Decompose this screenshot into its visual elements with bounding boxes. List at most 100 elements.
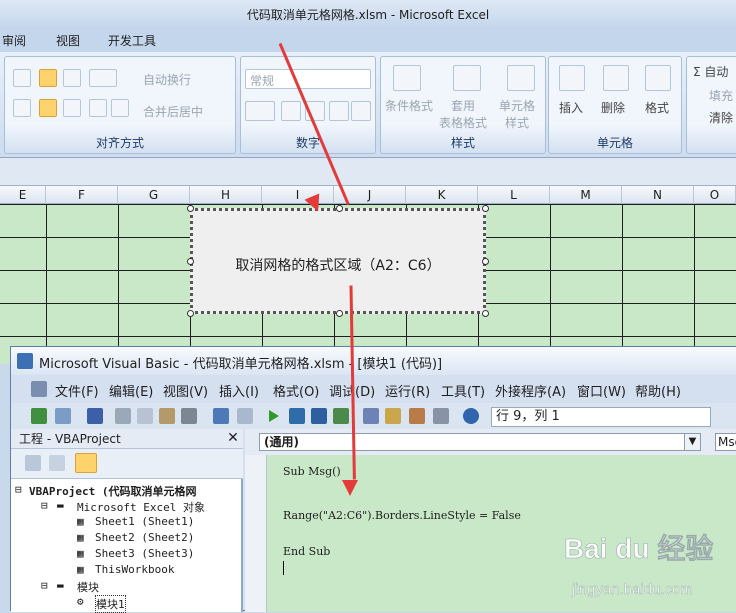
properties-icon[interactable] (385, 408, 401, 424)
tree-collapse-icon[interactable]: ⊟ (15, 483, 22, 496)
delete-button[interactable]: 删除 (601, 99, 625, 116)
merge-center-button[interactable]: 合并后居中 (143, 103, 203, 120)
menu-file[interactable]: 文件(F) (55, 381, 99, 400)
tree-node-modules[interactable]: 模块 (77, 579, 99, 595)
align-right-button[interactable] (63, 99, 81, 117)
col-header-n[interactable]: N (622, 186, 694, 204)
increase-decimal-button[interactable] (329, 101, 349, 121)
chevron-down-icon[interactable]: ▼ (684, 434, 700, 450)
col-header-i[interactable]: I (262, 186, 334, 204)
table-format-button[interactable]: 套用 表格格式 (439, 97, 487, 131)
help-icon[interactable] (463, 408, 479, 424)
text-shape[interactable]: 取消网格的格式区域（A2：C6） (187, 205, 489, 317)
object-combo[interactable]: (通用) ▼ (259, 433, 701, 451)
align-left-button[interactable] (13, 99, 31, 117)
autosum-button[interactable]: Σ 自动 (693, 63, 728, 80)
col-header-h[interactable]: H (190, 186, 262, 204)
toggle-folders-icon[interactable] (75, 453, 97, 473)
resize-handle[interactable] (187, 258, 194, 265)
align-middle-button[interactable] (39, 69, 57, 87)
resize-handle[interactable] (482, 205, 489, 212)
col-header-m[interactable]: M (550, 186, 622, 204)
delete-cells-icon (603, 65, 629, 91)
toolbox-icon[interactable] (433, 408, 449, 424)
tree-node-sheet3[interactable]: Sheet3 (Sheet3) (95, 547, 194, 560)
find-icon[interactable] (181, 408, 197, 424)
menu-view[interactable]: 视图(V) (163, 381, 208, 400)
insert-cells-icon (559, 65, 585, 91)
procedure-combo[interactable]: Msg (715, 433, 736, 451)
tree-node-excel-objects[interactable]: Microsoft Excel 对象 (77, 499, 205, 515)
tab-review[interactable]: 审阅 (2, 32, 26, 49)
resize-handle[interactable] (482, 310, 489, 317)
cut-icon[interactable] (115, 408, 131, 424)
number-format-select[interactable]: 常规 (245, 69, 371, 89)
format-button[interactable]: 格式 (645, 99, 669, 116)
clear-button[interactable]: 清除 (709, 109, 733, 126)
tab-developer[interactable]: 开发工具 (108, 32, 156, 49)
run-icon[interactable] (269, 410, 279, 422)
code-line-1[interactable]: Sub Msg() (283, 465, 341, 478)
insert-userform-icon[interactable] (55, 408, 71, 424)
resize-handle[interactable] (187, 205, 194, 212)
sheet-icon: ▦ (77, 531, 84, 544)
resize-handle[interactable] (482, 258, 489, 265)
menu-run[interactable]: 运行(R) (385, 381, 430, 400)
col-header-o[interactable]: O (694, 186, 736, 204)
code-line-2[interactable]: Range("A2:C6").Borders.LineStyle = False (283, 509, 521, 522)
tree-node-thisworkbook[interactable]: ThisWorkbook (95, 563, 174, 576)
decrease-decimal-button[interactable] (351, 101, 371, 121)
menu-insert[interactable]: 插入(I) (219, 381, 259, 400)
resize-handle[interactable] (336, 205, 343, 212)
tree-node-module1[interactable]: 模块1 (95, 595, 126, 613)
cell-style-button[interactable]: 单元格 样式 (499, 97, 535, 131)
menu-addins[interactable]: 外接程序(A) (495, 381, 566, 400)
resize-handle[interactable] (336, 310, 343, 317)
conditional-format-button[interactable]: 条件格式 (385, 97, 433, 114)
tree-node-sheet1[interactable]: Sheet1 (Sheet1) (95, 515, 194, 528)
resize-handle[interactable] (187, 310, 194, 317)
save-icon[interactable] (87, 408, 103, 424)
code-line-3[interactable]: End Sub (283, 545, 330, 558)
menu-edit[interactable]: 编辑(E) (109, 381, 153, 400)
design-mode-icon[interactable] (333, 408, 349, 424)
orientation-button[interactable] (89, 69, 117, 87)
pause-icon[interactable] (289, 408, 305, 424)
project-explorer-icon[interactable] (363, 408, 379, 424)
col-header-g[interactable]: G (118, 186, 190, 204)
object-browser-icon[interactable] (409, 408, 425, 424)
menu-format[interactable]: 格式(O) (273, 381, 319, 400)
view-object-icon[interactable] (49, 455, 65, 471)
menu-tools[interactable]: 工具(T) (441, 381, 485, 400)
tree-node-sheet2[interactable]: Sheet2 (Sheet2) (95, 531, 194, 544)
col-header-e[interactable]: E (0, 186, 46, 204)
col-header-k[interactable]: K (406, 186, 478, 204)
col-header-l[interactable]: L (478, 186, 550, 204)
menu-window[interactable]: 窗口(W) (577, 381, 626, 400)
insert-button[interactable]: 插入 (559, 99, 583, 116)
wrap-text-button[interactable]: 自动换行 (143, 71, 191, 88)
tree-node-vbaproject[interactable]: VBAProject (代码取消单元格网 (29, 483, 196, 499)
redo-icon[interactable] (237, 408, 253, 424)
align-bottom-button[interactable] (63, 69, 81, 87)
copy-icon[interactable] (137, 408, 153, 424)
view-code-icon[interactable] (25, 455, 41, 471)
object-combo-value: (通用) (264, 435, 299, 449)
col-header-f[interactable]: F (46, 186, 118, 204)
align-center-button[interactable] (39, 99, 57, 117)
percent-button[interactable] (281, 101, 301, 121)
tree-collapse-icon[interactable]: ⊟ (41, 499, 48, 512)
align-top-button[interactable] (13, 69, 31, 87)
close-icon[interactable]: ✕ (225, 431, 241, 447)
currency-button[interactable] (245, 101, 275, 121)
stop-icon[interactable] (311, 408, 327, 424)
decrease-indent-button[interactable] (89, 99, 107, 117)
paste-icon[interactable] (159, 408, 175, 424)
view-excel-icon[interactable] (31, 408, 47, 424)
tab-view[interactable]: 视图 (56, 32, 80, 49)
increase-indent-button[interactable] (111, 99, 129, 117)
fill-button[interactable]: 填充 (709, 87, 733, 104)
tree-collapse-icon[interactable]: ⊟ (41, 579, 48, 592)
menu-help[interactable]: 帮助(H) (635, 381, 681, 400)
undo-icon[interactable] (213, 408, 229, 424)
